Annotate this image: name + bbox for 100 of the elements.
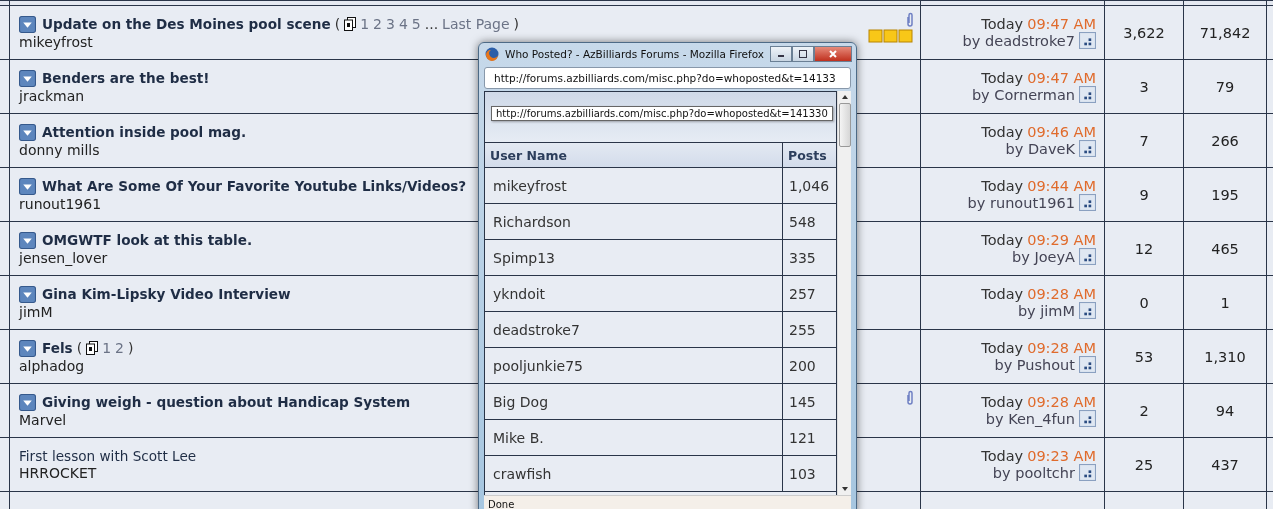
replies-count: 7 — [1139, 132, 1149, 149]
replies-count: 3,622 — [1123, 24, 1165, 41]
replies-count: 53 — [1134, 348, 1154, 365]
post-day: Today — [981, 394, 1024, 410]
replies-count: 3 — [1139, 78, 1149, 95]
user-name-cell[interactable]: Mike B. — [485, 420, 782, 456]
replies-count: 0 — [1139, 294, 1149, 311]
window-title: Who Posted? - AzBilliards Forums - Mozilla Firefox — [505, 48, 765, 60]
post-time: 09:28 AM — [1027, 340, 1096, 356]
post-time: 09:46 AM — [1027, 124, 1096, 140]
post-time: 09:23 AM — [1027, 448, 1096, 464]
user-name-cell[interactable]: Richardson — [485, 204, 782, 240]
thread-title[interactable]: OMGWTF look at this table. — [42, 232, 253, 248]
page-link[interactable]: 1 — [102, 340, 112, 356]
last-poster[interactable]: by pooltchr — [992, 464, 1075, 481]
thread-author[interactable]: alphadog — [19, 357, 134, 374]
post-time: 09:44 AM — [1027, 178, 1096, 194]
views-count: 79 — [1215, 78, 1235, 95]
posts-cell: 548 — [782, 204, 836, 240]
replies-count: 12 — [1134, 240, 1154, 257]
posts-cell: 103 — [782, 456, 836, 492]
last-poster[interactable]: by runout1961 — [967, 194, 1075, 211]
views-count: 1 — [1220, 294, 1230, 311]
post-day: Today — [981, 340, 1024, 356]
thread-title[interactable]: Attention inside pool mag. — [42, 124, 247, 140]
post-time: 09:28 AM — [1027, 286, 1096, 302]
last-poster[interactable]: by JoeyA — [1012, 248, 1075, 265]
replies-count: 9 — [1139, 186, 1149, 203]
pagination-bracket: ) — [513, 16, 520, 32]
post-day: Today — [981, 124, 1024, 140]
user-name-cell[interactable]: Big Dog — [485, 384, 782, 420]
thread-title[interactable]: Benders are the best! — [42, 70, 210, 86]
thread-author[interactable]: HRROCKET — [19, 465, 197, 481]
thread-author[interactable]: jimM — [19, 303, 291, 320]
posts-cell: 145 — [782, 384, 836, 420]
page-link[interactable]: 2 — [115, 340, 125, 356]
thread-title[interactable]: Update on the Des Moines pool scene — [42, 16, 331, 32]
page-link[interactable]: 5 — [411, 16, 421, 32]
page-link[interactable]: 4 — [398, 16, 408, 32]
post-day: Today — [981, 286, 1024, 302]
pagination-bracket: ( — [334, 16, 341, 32]
last-poster[interactable]: by Pushout — [994, 356, 1075, 373]
thread-title[interactable]: Fels — [42, 340, 73, 356]
last-poster[interactable]: by Cornerman — [971, 86, 1075, 103]
post-time: 09:47 AM — [1027, 16, 1096, 32]
last-poster[interactable]: by jimM — [1017, 302, 1075, 319]
posts-cell: 335 — [782, 240, 836, 276]
thread-title[interactable]: First lesson with Scott Lee — [19, 448, 197, 464]
post-day: Today — [981, 448, 1024, 464]
posts-cell: 255 — [782, 312, 836, 348]
status-bar: Done — [484, 495, 851, 509]
user-name-cell[interactable]: ykndoit — [485, 276, 782, 312]
pagination-ellipsis: ... — [424, 16, 439, 32]
user-name-cell[interactable]: Spimp13 — [485, 240, 782, 276]
views-count: 195 — [1211, 186, 1239, 203]
last-poster[interactable]: by deadstroke7 — [962, 32, 1075, 49]
replies-count: 25 — [1134, 456, 1154, 473]
thread-author[interactable]: runout1961 — [19, 195, 467, 212]
url-text: http://forums.azbilliards.com/misc.php?do=whoposted&t=14133 — [494, 72, 836, 84]
post-day: Today — [981, 16, 1024, 32]
page-link[interactable]: 3 — [385, 16, 395, 32]
thread-author[interactable]: donny mills — [19, 141, 247, 158]
thread-author[interactable]: Marvel — [19, 411, 411, 428]
views-count: 266 — [1211, 132, 1239, 149]
user-name-cell[interactable]: mikeyfrost — [485, 168, 782, 204]
url-tooltip: http://forums.azbilliards.com/misc.php?do=whoposted&t=141330 — [491, 106, 833, 121]
views-count: 71,842 — [1199, 24, 1251, 41]
post-time: 09:47 AM — [1027, 70, 1096, 86]
post-day: Today — [981, 70, 1024, 86]
post-time: 09:28 AM — [1027, 394, 1096, 410]
post-day: Today — [981, 232, 1024, 248]
thread-author[interactable]: jrackman — [19, 87, 210, 104]
posts-cell: 200 — [782, 348, 836, 384]
last-poster[interactable]: by Ken_4fun — [985, 410, 1075, 427]
post-time: 09:29 AM — [1027, 232, 1096, 248]
replies-count: 2 — [1139, 402, 1149, 419]
column-header: User Name — [485, 143, 782, 168]
thread-title[interactable]: What Are Some Of Your Favorite Youtube Links/Videos? — [42, 178, 467, 194]
posts-cell: 1,046 — [782, 168, 836, 204]
views-count: 437 — [1211, 456, 1239, 473]
views-count: 1,310 — [1204, 348, 1246, 365]
views-count: 94 — [1215, 402, 1235, 419]
last-page-link[interactable]: Last Page — [442, 16, 510, 32]
user-name-cell[interactable]: pooljunkie75 — [485, 348, 782, 384]
page-link[interactable]: 1 — [360, 16, 370, 32]
thread-title[interactable]: Giving weigh - question about Handicap System — [42, 394, 411, 410]
address-bar[interactable]: http://forums.azbilliards.com/misc.php?do=whoposted&t=14133 — [484, 67, 851, 89]
thread-title[interactable]: Gina Kim-Lipsky Video Interview — [42, 286, 291, 302]
column-header: Posts — [782, 143, 836, 168]
thread-author[interactable]: jensen_lover — [19, 249, 253, 266]
pagination-bracket: ( — [76, 340, 83, 356]
views-count: 465 — [1211, 240, 1239, 257]
page-link[interactable]: 2 — [373, 16, 382, 32]
last-poster[interactable]: by DaveK — [1005, 140, 1075, 157]
user-name-cell[interactable]: deadstroke7 — [485, 312, 782, 348]
pagination-bracket: ) — [128, 340, 134, 356]
user-name-cell[interactable]: crawfish — [485, 456, 782, 492]
posts-cell: 257 — [782, 276, 836, 312]
post-day: Today — [981, 178, 1024, 194]
posts-cell: 121 — [782, 420, 836, 456]
